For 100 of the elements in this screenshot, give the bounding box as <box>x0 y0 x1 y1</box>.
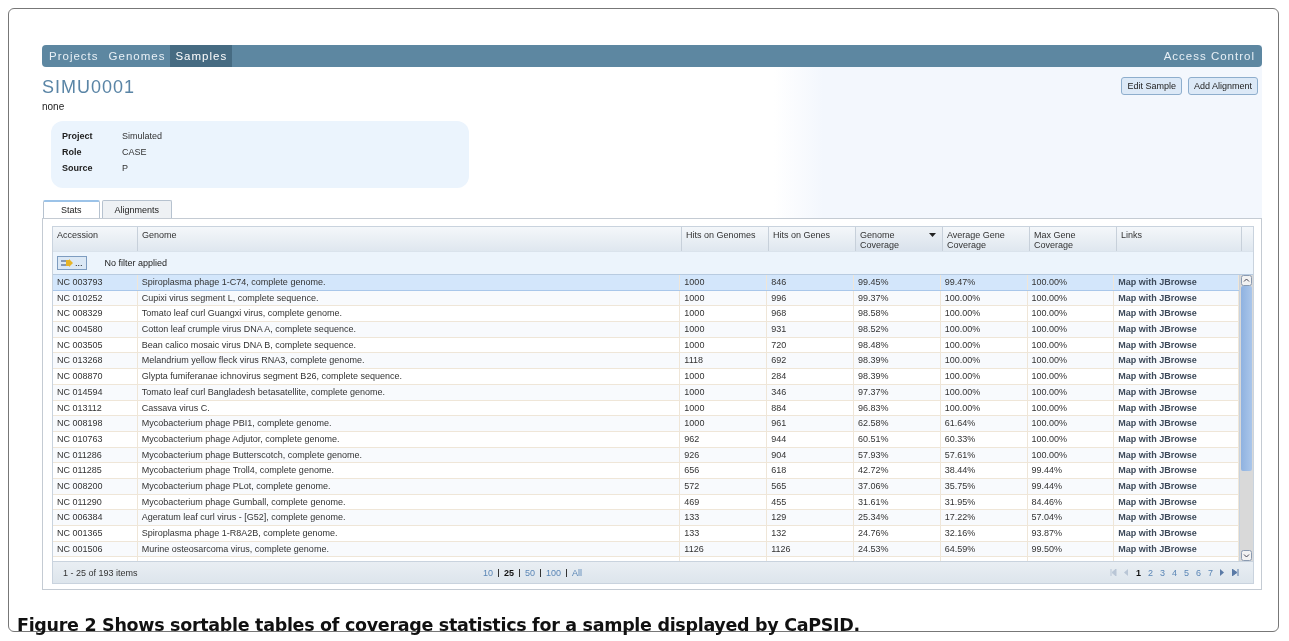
table-cell: Glypta fumiferanae ichnovirus segment B26, complete sequence. <box>137 369 681 384</box>
table-cell: 100.00% <box>940 400 1028 416</box>
table-cell: 133 <box>680 526 768 541</box>
table-cell: 1118 <box>680 353 768 369</box>
table-cell: 57.93% <box>853 447 941 463</box>
table-cell: 99.47% <box>940 275 1028 290</box>
table-cell: Spiroplasma phage 1-C74, complete genome. <box>137 275 681 290</box>
table-cell: 100.00% <box>940 337 1028 353</box>
table-cell: 572 <box>680 478 768 494</box>
table-cell: NC 010763 <box>53 431 138 447</box>
table-cell: 1000 <box>680 306 768 322</box>
table-cell: 93.87% <box>1027 526 1115 541</box>
table-cell: Tomato leaf curl Guangxi virus, complete genome. <box>137 306 681 322</box>
table-cell: 926 <box>680 447 768 463</box>
table-cell: Mycobacterium phage Gumball, complete genome. <box>137 494 681 510</box>
table-cell: Tomato leaf curl Bangladesh betasatellite, complete genome. <box>137 384 681 400</box>
first-page-icon[interactable] <box>1109 569 1117 576</box>
table-cell: Melandrium yellow fleck virus RNA3, complete genome. <box>137 353 681 369</box>
table-cell: 32.16% <box>940 526 1028 541</box>
table-cell: NC 003505 <box>53 337 138 353</box>
figure-caption: Figure 2 Shows sortable tables of coverage statistics for a sample displayed by CaPSID. <box>17 615 861 635</box>
table-cell: 96.83% <box>853 400 941 416</box>
action-button[interactable]: Add Alignment <box>1187 77 1258 95</box>
table-cell: Mycobacterium phage PBI1, complete genome. <box>137 416 681 431</box>
table-cell: 100.00% <box>1027 416 1115 431</box>
last-page-icon[interactable] <box>1232 569 1239 576</box>
table-row[interactable]: NC 001365 Spiroplasma phage 1-R8A2B, complete genome. 133 132 24.76% 32.16% 93.87% Map with JBrowse <box>53 526 1239 542</box>
table-cell: 38.44% <box>940 463 1028 478</box>
table-cell: NC 001365 <box>53 526 138 541</box>
field-label: Source <box>62 163 94 173</box>
table-cell: 968 <box>767 306 854 322</box>
table-cell: 98.58% <box>853 306 941 322</box>
table-cell: 98.48% <box>853 337 941 353</box>
table-row[interactable]: NC 003793 Spiroplasma phage 1-C74, complete genome. 1000 846 99.45% 99.47% 100.00% Map with JBrowse <box>53 275 1239 291</box>
table-cell: 97.37% <box>853 384 941 400</box>
table-cell: 64.59% <box>940 541 1028 557</box>
nav-tab[interactable]: Samples <box>170 45 233 67</box>
table-cell: 618 <box>767 463 854 478</box>
table-cell: NC 008200 <box>53 478 138 494</box>
table-cell: 284 <box>767 369 854 384</box>
sample-description: none <box>42 101 66 112</box>
action-button[interactable]: Edit Sample <box>1121 77 1182 95</box>
table-cell: 961 <box>767 416 854 431</box>
table-row[interactable]: NC 008329 Tomato leaf curl Guangxi virus, complete genome. 1000 968 98.58% 100.00% 100.00% Map with JBrowse <box>53 306 1239 323</box>
table-row[interactable]: NC 008870 Glypta fumiferanae ichnovirus segment B26, complete sequence. 1000 284 98.39% 100.00% 100.00% Map with JBrowse <box>53 369 1239 385</box>
table-cell: 24.76% <box>853 526 941 541</box>
table-cell: 84.46% <box>1027 494 1115 510</box>
table-row[interactable]: NC 013268 Melandrium yellow fleck virus RNA3, complete genome. 1118 692 98.39% 100.00% 100.00% Map with JBrowse <box>53 353 1239 370</box>
table-row[interactable]: NC 011285 Mycobacterium phage Troll4, complete genome. 656 618 42.72% 38.44% 99.44% Map with JBrowse <box>53 463 1239 479</box>
field-label: Project <box>62 131 94 141</box>
table-cell: 37.06% <box>853 478 941 494</box>
table-cell: Cassava virus C. <box>137 400 681 416</box>
table-row[interactable]: NC 008198 Mycobacterium phage PBI1, complete genome. 1000 961 62.58% 61.64% 100.00% Map with JBrowse <box>53 416 1239 432</box>
table-cell: 25.34% <box>853 510 941 525</box>
scroll-down-icon[interactable] <box>1241 550 1252 561</box>
table-cell: 98.39% <box>853 353 941 369</box>
table-cell: 931 <box>767 322 854 337</box>
column-header[interactable]: Genome Coverage <box>856 227 943 251</box>
field-label: Role <box>62 147 83 157</box>
table-cell: 100.00% <box>1027 353 1115 369</box>
table-cell: Mycobacterium phage Adjutor, complete genome. <box>137 431 681 447</box>
next-page-icon[interactable] <box>1220 569 1225 576</box>
table-cell: 98.52% <box>853 322 941 337</box>
table-cell: 100.00% <box>940 322 1028 337</box>
page-link[interactable]: 1 <box>1135 567 1141 578</box>
tab[interactable]: Stats <box>43 200 100 218</box>
table-cell: NC 008329 <box>53 306 138 322</box>
table-cell: 60.51% <box>853 431 941 447</box>
tab[interactable]: Alignments <box>101 200 173 218</box>
table-row[interactable]: NC 004580 Cotton leaf crumple virus DNA A, complete sequence. 1000 931 98.52% 100.00% 100.00% Map with JBrowse <box>53 322 1239 338</box>
table-cell: 42.72% <box>853 463 941 478</box>
table-cell: 100.00% <box>940 306 1028 322</box>
table-cell: NC 008870 <box>53 369 138 384</box>
filter-button[interactable]: ... <box>57 256 87 270</box>
page-size-link[interactable]: 25 <box>504 567 515 578</box>
table-cell: 132 <box>767 526 854 541</box>
table-cell: Bean calico mosaic virus DNA B, complete sequence. <box>137 337 681 353</box>
table-cell: 1000 <box>680 337 768 353</box>
table-row[interactable]: NC 006384 Ageratum leaf curl virus - [G52], complete genome. 133 129 25.34% 17.22% 57.04% Map with JBrowse <box>53 510 1239 526</box>
table-cell: 455 <box>767 494 854 510</box>
table-cell: 17.22% <box>940 510 1028 525</box>
table-cell: 944 <box>767 431 854 447</box>
table-cell: 100.00% <box>1027 290 1115 306</box>
table-cell: 1000 <box>680 400 768 416</box>
table-cell: 31.61% <box>853 494 941 510</box>
table-cell: NC 008198 <box>53 416 138 431</box>
table-cell: NC 014594 <box>53 384 138 400</box>
table-cell: NC 011290 <box>53 494 138 510</box>
table-cell: 346 <box>767 384 854 400</box>
table-cell: 133 <box>680 510 768 525</box>
scrollbar[interactable] <box>1239 275 1253 561</box>
table-cell: Mycobacterium phage Troll4, complete genome. <box>137 463 681 478</box>
previous-page-icon[interactable] <box>1123 569 1129 576</box>
table-cell: NC 001506 <box>53 541 138 557</box>
table-cell: Spiroplasma phage 1-R8A2B, complete genome. <box>137 526 681 541</box>
table-cell: 24.53% <box>853 541 941 557</box>
table-cell: NC 010252 <box>53 290 138 306</box>
table-cell: 904 <box>767 447 854 463</box>
scroll-up-icon[interactable] <box>1241 275 1252 286</box>
table-cell: NC 011286 <box>53 447 138 463</box>
